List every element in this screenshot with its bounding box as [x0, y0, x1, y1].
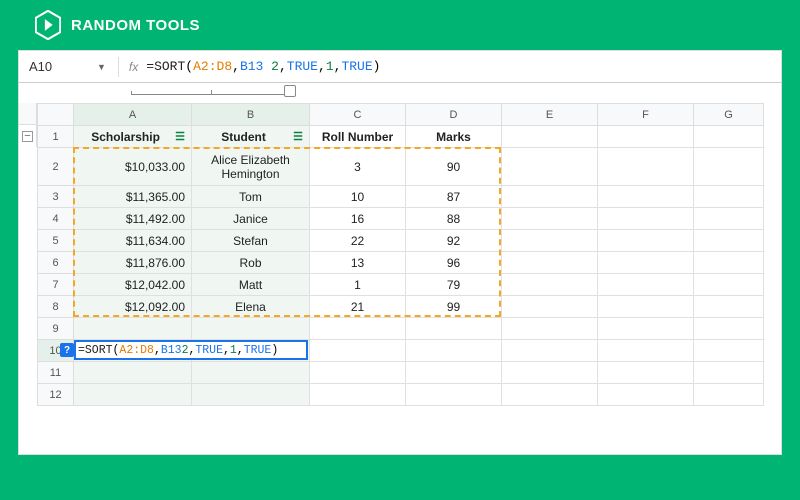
cell-A4[interactable]: $11,492.00	[74, 208, 192, 230]
spreadsheet-grid[interactable]: A B C D E F G 1 Scholarship☰ Student☰ Ro…	[37, 103, 764, 406]
select-all-corner[interactable]	[38, 104, 74, 126]
row-header-2[interactable]: 2	[38, 148, 74, 186]
cell-A2[interactable]: $10,033.00	[74, 148, 192, 186]
table-row: 11	[38, 362, 764, 384]
cell-C8[interactable]: 21	[310, 296, 406, 318]
formula-ref: B13	[240, 59, 263, 74]
cell-D4[interactable]: 88	[406, 208, 502, 230]
table-row: 12	[38, 384, 764, 406]
cell-B7[interactable]: Matt	[192, 274, 310, 296]
active-cell-A10[interactable]: =SORT(A2:D8,B13 2,TRUE,1,TRUE)	[74, 340, 308, 360]
ruler-handle[interactable]	[284, 85, 296, 97]
cell-A3[interactable]: $11,365.00	[74, 186, 192, 208]
col-header-B[interactable]: B	[192, 104, 310, 126]
cell-D8[interactable]: 99	[406, 296, 502, 318]
cell-C5[interactable]: 22	[310, 230, 406, 252]
cell-A8[interactable]: $12,092.00	[74, 296, 192, 318]
filter-icon[interactable]: ☰	[293, 130, 303, 143]
table-row: 1 Scholarship☰ Student☰ Roll Number Mark…	[38, 126, 764, 148]
cell-B8[interactable]: Elena	[192, 296, 310, 318]
cell-C7[interactable]: 1	[310, 274, 406, 296]
gutter-corner	[19, 103, 37, 125]
col-header-C[interactable]: C	[310, 104, 406, 126]
header-student[interactable]: Student☰	[192, 126, 310, 148]
table-row: 4 $11,492.00 Janice 16 88	[38, 208, 764, 230]
grid-wrap: − A B C D E F G 1 Scholarship☰ Student☰ …	[19, 103, 781, 406]
cell-B4[interactable]: Janice	[192, 208, 310, 230]
row-header-7[interactable]: 7	[38, 274, 74, 296]
name-box[interactable]: A10	[19, 59, 97, 74]
cell-B6[interactable]: Rob	[192, 252, 310, 274]
header-roll[interactable]: Roll Number	[310, 126, 406, 148]
cell-B2[interactable]: Alice Elizabeth Hemington	[192, 148, 310, 186]
cell-A7[interactable]: $12,042.00	[74, 274, 192, 296]
row-header-6[interactable]: 6	[38, 252, 74, 274]
row-header-4[interactable]: 4	[38, 208, 74, 230]
column-ruler	[19, 83, 781, 103]
minus-icon: −	[22, 131, 33, 142]
cell-B3[interactable]: Tom	[192, 186, 310, 208]
cell-C6[interactable]: 13	[310, 252, 406, 274]
row-header-9[interactable]: 9	[38, 318, 74, 340]
cell-C4[interactable]: 16	[310, 208, 406, 230]
formula-eq: =	[146, 59, 154, 74]
cell-D7[interactable]: 79	[406, 274, 502, 296]
row-header-5[interactable]: 5	[38, 230, 74, 252]
cell-A6[interactable]: $11,876.00	[74, 252, 192, 274]
cell-D2[interactable]: 90	[406, 148, 502, 186]
cell-C2[interactable]: 3	[310, 148, 406, 186]
spreadsheet-panel: A10 ▼ fx =SORT(A2:D8,B13 2,TRUE,1,TRUE) …	[18, 50, 782, 455]
col-header-A[interactable]: A	[74, 104, 192, 126]
cell-D3[interactable]: 87	[406, 186, 502, 208]
cell-A5[interactable]: $11,634.00	[74, 230, 192, 252]
name-box-dropdown-icon[interactable]: ▼	[97, 62, 106, 72]
col-header-F[interactable]: F	[598, 104, 694, 126]
row-header-8[interactable]: 8	[38, 296, 74, 318]
formula-range: A2:D8	[193, 59, 232, 74]
table-row: 6 $11,876.00 Rob 13 96	[38, 252, 764, 274]
table-row: 7 $12,042.00 Matt 1 79	[38, 274, 764, 296]
row-header-11[interactable]: 11	[38, 362, 74, 384]
formula-help-icon[interactable]: ?	[60, 343, 74, 357]
header-marks[interactable]: Marks	[406, 126, 502, 148]
formula-input[interactable]: =SORT(A2:D8,B13 2,TRUE,1,TRUE)	[146, 59, 380, 74]
filter-icon[interactable]: ☰	[175, 130, 185, 143]
fx-label: fx	[129, 60, 138, 74]
row-header-3[interactable]: 3	[38, 186, 74, 208]
cell-B5[interactable]: Stefan	[192, 230, 310, 252]
column-header-row: A B C D E F G	[38, 104, 764, 126]
collapse-toggle[interactable]: −	[19, 125, 37, 147]
row-header-12[interactable]: 12	[38, 384, 74, 406]
table-row: 2 $10,033.00 Alice Elizabeth Hemington 3…	[38, 148, 764, 186]
brand-name: RANDOM TOOLS	[71, 17, 200, 34]
row-group-gutter: −	[19, 103, 37, 406]
ruler-tick	[211, 90, 212, 95]
col-header-E[interactable]: E	[502, 104, 598, 126]
app-header: RANDOM TOOLS	[0, 0, 800, 50]
cell-D6[interactable]: 96	[406, 252, 502, 274]
table-row: 9	[38, 318, 764, 340]
separator	[118, 57, 119, 77]
header-scholarship[interactable]: Scholarship☰	[74, 126, 192, 148]
col-header-D[interactable]: D	[406, 104, 502, 126]
logo-hex-icon	[35, 10, 61, 40]
formula-bar: A10 ▼ fx =SORT(A2:D8,B13 2,TRUE,1,TRUE)	[19, 51, 781, 83]
table-row: 8 $12,092.00 Elena 21 99	[38, 296, 764, 318]
table-row: 3 $11,365.00 Tom 10 87	[38, 186, 764, 208]
row-header-1[interactable]: 1	[38, 126, 74, 148]
table-row: 5 $11,634.00 Stefan 22 92	[38, 230, 764, 252]
formula-fn: SORT	[154, 59, 185, 74]
cell-C3[interactable]: 10	[310, 186, 406, 208]
cell-D5[interactable]: 92	[406, 230, 502, 252]
col-header-G[interactable]: G	[694, 104, 764, 126]
ruler-track	[131, 91, 291, 95]
